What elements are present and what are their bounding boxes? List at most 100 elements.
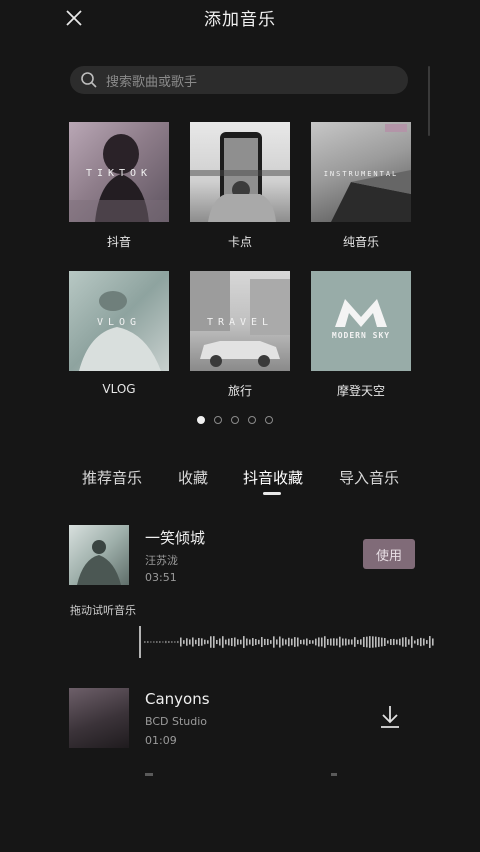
waveform-bar (423, 638, 425, 646)
download-button[interactable] (378, 704, 402, 730)
use-button[interactable]: 使用 (363, 539, 415, 569)
waveform-bar (369, 636, 371, 648)
category-thumbnail (190, 122, 290, 222)
category-label: 摩登天空 (336, 384, 385, 398)
waveform-bar (234, 637, 236, 647)
waveform-bar (225, 639, 227, 645)
waveform-bar (177, 640, 179, 644)
category-vlog[interactable]: VLOG VLOG (69, 271, 169, 396)
music-tabs: 推荐音乐 收藏 抖音收藏 导入音乐 (0, 467, 480, 497)
add-music-screen: 添加音乐 搜索歌曲或歌手 TIKTOK 抖音 卡点 INSTRUMENTAL 纯… (0, 0, 480, 852)
waveform-bar (360, 639, 362, 645)
preview-hint: 拖动试听音乐 (70, 604, 136, 617)
waveform-bar (390, 639, 392, 645)
waveform-bar (210, 636, 212, 648)
tab-recommended[interactable]: 推荐音乐 (82, 467, 142, 488)
waveform-bar (228, 638, 230, 646)
audio-waveform-scrubber[interactable] (138, 626, 438, 658)
waveform-bar (195, 639, 197, 645)
waveform-bar (318, 637, 320, 647)
waveform-bar (306, 638, 308, 646)
waveform-bar (363, 637, 365, 647)
waveform-bar (279, 636, 281, 648)
waveform-bar (432, 638, 434, 646)
search-placeholder: 搜索歌曲或歌手 (106, 74, 198, 90)
pagination-dots (197, 416, 273, 424)
waveform-bar (429, 636, 431, 648)
category-instrumental[interactable]: INSTRUMENTAL 纯音乐 (311, 122, 411, 250)
waveform-bar (186, 638, 188, 646)
waveform-bar (342, 638, 344, 646)
song-duration: 03:51 (145, 571, 177, 584)
category-label: 旅行 (227, 384, 252, 398)
waveform-bar (336, 638, 338, 646)
waveform-bar (387, 640, 389, 644)
waveform-bar (414, 640, 416, 644)
waveform-bar (303, 639, 305, 645)
category-modern-sky[interactable]: MODERN SKY 摩登天空 (311, 271, 411, 399)
song-cover (69, 525, 129, 585)
page-dot[interactable] (265, 416, 273, 424)
waveform-bar (159, 641, 161, 643)
waveform-bar (168, 641, 170, 643)
waveform-bar (381, 637, 383, 647)
thumbnail-text: VLOG (96, 317, 142, 328)
waveform-bar (255, 639, 257, 645)
waveform-bar (399, 638, 401, 646)
waveform-bar (276, 639, 278, 645)
category-douyin[interactable]: TIKTOK 抖音 (69, 122, 169, 250)
page-dot[interactable] (231, 416, 239, 424)
waveform-bar (372, 636, 374, 648)
waveform-bar (393, 638, 395, 646)
waveform-bar (213, 636, 215, 648)
waveform-bar (240, 639, 242, 645)
waveform-bar (237, 639, 239, 645)
thumbnail-text: TRAVEL (206, 317, 274, 328)
phone-in-hand-image (190, 132, 290, 222)
category-thumbnail: TRAVEL (190, 271, 290, 371)
waveform-bar (411, 636, 413, 648)
waveform-bar (246, 638, 248, 646)
waveform-bar (405, 637, 407, 647)
waveform-bar (285, 639, 287, 645)
tab-douyin-favorites[interactable]: 抖音收藏 (243, 467, 303, 488)
waveform-bar (351, 639, 353, 645)
category-thumbnail: INSTRUMENTAL (311, 122, 411, 222)
waveform-bar (282, 638, 284, 646)
tab-favorites[interactable]: 收藏 (178, 467, 208, 488)
waveform-bar (417, 638, 419, 646)
waveform-bar (261, 637, 263, 647)
header: 添加音乐 (0, 0, 480, 36)
tab-import-music[interactable]: 导入音乐 (339, 467, 399, 488)
waveform-bar (330, 638, 332, 646)
waveform-bar (249, 639, 251, 645)
waveform-bar (180, 637, 182, 647)
waveform-bar (312, 640, 314, 644)
category-travel[interactable]: TRAVEL 旅行 (190, 271, 290, 399)
waveform-bar (219, 638, 221, 646)
page-dot[interactable] (214, 416, 222, 424)
waveform-bar (171, 641, 173, 643)
waveform-bar (402, 637, 404, 647)
waveform-bar (267, 638, 269, 646)
waveform-bar (396, 639, 398, 645)
waveform-bar (354, 637, 356, 647)
page-dot-active[interactable] (197, 416, 205, 424)
waveform-bar (231, 638, 233, 646)
category-label: 抖音 (106, 235, 131, 249)
search-input[interactable]: 搜索歌曲或歌手 (70, 66, 408, 94)
waveform-bar (153, 641, 155, 643)
active-tab-indicator (263, 492, 281, 495)
waveform-bar (384, 638, 386, 646)
category-thumbnail: MODERN SKY (311, 271, 411, 371)
waveform-bar (300, 639, 302, 645)
waveform-bar (420, 637, 422, 647)
waveform-bar (297, 637, 299, 647)
category-kadian[interactable]: 卡点 (190, 122, 290, 250)
next-row-partial (145, 773, 337, 776)
waveform-bar (192, 637, 194, 647)
waveform-bar (333, 638, 335, 646)
waveform-bar (243, 636, 245, 648)
page-dot[interactable] (248, 416, 256, 424)
waveform-bar (339, 636, 341, 648)
